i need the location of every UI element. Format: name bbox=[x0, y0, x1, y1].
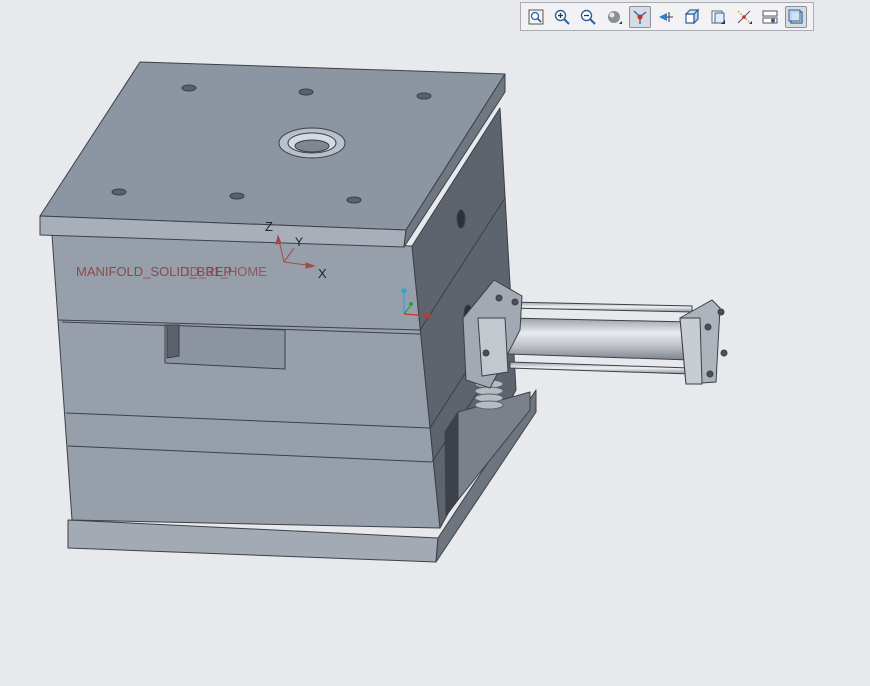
tie-rod bbox=[507, 301, 693, 313]
zoom-fit-button[interactable] bbox=[525, 6, 547, 28]
view-orient-icon bbox=[684, 8, 700, 24]
saved-views-icon bbox=[711, 10, 725, 24]
hydraulic-cylinder[interactable] bbox=[462, 279, 728, 389]
front-pocket-recess bbox=[166, 324, 180, 359]
zoom-in-button[interactable] bbox=[551, 6, 573, 28]
zoom-out-button[interactable] bbox=[577, 6, 599, 28]
datum-display-icon bbox=[633, 10, 647, 24]
layers-button[interactable] bbox=[759, 6, 781, 28]
top-plate-top bbox=[39, 61, 506, 231]
spin-center-button[interactable] bbox=[655, 6, 677, 28]
render-style-button[interactable] bbox=[785, 5, 807, 28]
spin-center-icon bbox=[659, 11, 673, 22]
front-pocket bbox=[164, 324, 286, 370]
zoom-out-icon bbox=[580, 9, 596, 25]
zoom-fit-icon bbox=[528, 9, 544, 24]
shading-icon bbox=[608, 10, 622, 24]
mold-assembly[interactable] bbox=[39, 61, 537, 563]
shading-button[interactable] bbox=[603, 6, 625, 28]
layers-icon bbox=[762, 10, 778, 23]
view-orient-button[interactable] bbox=[681, 6, 703, 28]
datum-points-icon bbox=[737, 10, 752, 24]
datum-points-button[interactable] bbox=[733, 6, 755, 28]
front-flange-face bbox=[477, 317, 509, 377]
csys-z-label: Z bbox=[265, 219, 273, 234]
sprue-hole bbox=[294, 139, 330, 153]
model-label: ID_31_HOME bbox=[186, 264, 267, 279]
csys-y-label: Y bbox=[295, 235, 303, 249]
view-toolbar bbox=[520, 2, 814, 31]
render-style-icon bbox=[788, 8, 803, 24]
datum-display-button[interactable] bbox=[629, 5, 651, 28]
cylinder-barrel bbox=[507, 317, 691, 361]
model-viewport[interactable]: MANIFOLD_SOLID_BREP ID_31_HOME Z Y X bbox=[0, 0, 870, 686]
tie-rod bbox=[509, 361, 691, 375]
csys-x-label: X bbox=[318, 266, 327, 281]
zoom-in-icon bbox=[554, 9, 570, 25]
side-hole bbox=[456, 209, 466, 229]
saved-views-button[interactable] bbox=[707, 6, 729, 28]
